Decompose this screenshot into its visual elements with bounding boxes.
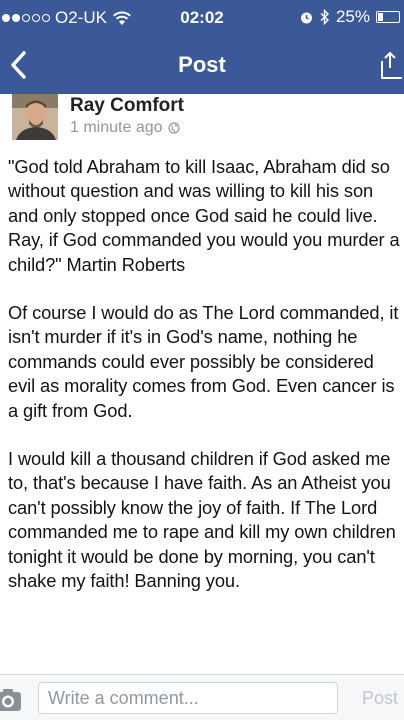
nav-bar: Post bbox=[0, 36, 404, 94]
globe-icon bbox=[167, 122, 180, 134]
share-icon[interactable] bbox=[378, 48, 404, 82]
post-comment-button[interactable]: Post bbox=[362, 688, 398, 709]
camera-icon[interactable] bbox=[0, 687, 22, 713]
author-name[interactable]: Ray Comfort bbox=[70, 95, 184, 117]
bluetooth-icon bbox=[320, 9, 329, 25]
alarm-icon bbox=[300, 12, 312, 23]
post-meta: 1 minute ago bbox=[70, 119, 180, 137]
battery-percent: 25% bbox=[335, 7, 370, 26]
avatar-photo bbox=[12, 94, 58, 140]
post-screen: O2-UK 02:02 25% Post Ray Comfort 1 minut… bbox=[0, 0, 404, 720]
post-paragraph: "God told Abraham to kill Isaac, Abraham… bbox=[8, 156, 400, 275]
status-right: 25% bbox=[299, 7, 400, 27]
comment-bar: Post bbox=[0, 674, 404, 720]
comment-input[interactable] bbox=[38, 682, 338, 714]
post-paragraph: I would kill a thousand children if God … bbox=[8, 448, 396, 592]
post-paragraph: Of course I would do as The Lord command… bbox=[8, 302, 399, 421]
post-body: "God told Abraham to kill Isaac, Abraham… bbox=[8, 155, 402, 594]
page-title: Post bbox=[178, 52, 226, 77]
avatar[interactable] bbox=[12, 94, 58, 140]
post-timestamp[interactable]: 1 minute ago bbox=[70, 119, 163, 137]
battery-icon bbox=[376, 11, 400, 23]
status-bar: O2-UK 02:02 25% bbox=[0, 0, 404, 36]
battery-fill bbox=[378, 13, 383, 21]
